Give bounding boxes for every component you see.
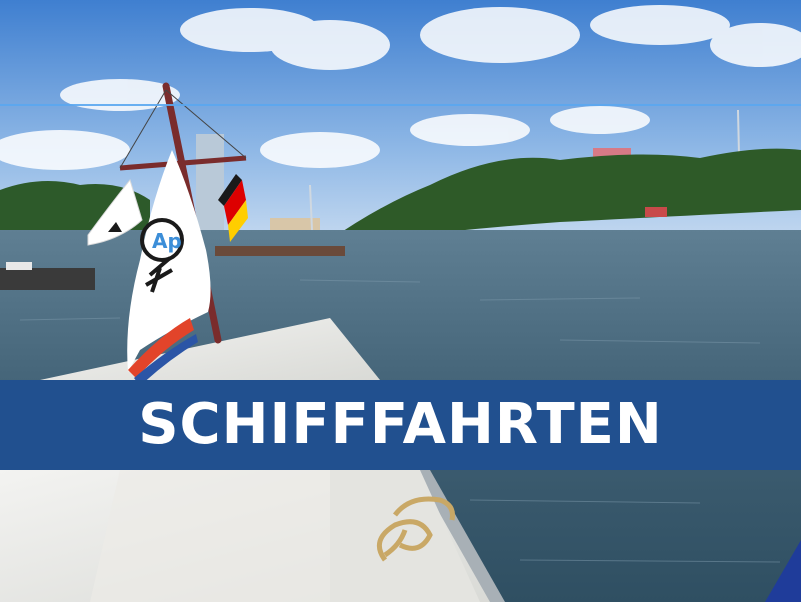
- guide-line: [0, 104, 801, 106]
- svg-text:Ap: Ap: [152, 229, 182, 253]
- barge: [215, 246, 345, 256]
- dock: [0, 268, 95, 290]
- hero-image: Ap SCHIFFFAHRTEN: [0, 0, 801, 602]
- title-banner: SCHIFFFAHRTEN: [0, 380, 801, 470]
- river-scene: Ap: [0, 0, 801, 602]
- banner-title: SCHIFFFAHRTEN: [138, 392, 663, 457]
